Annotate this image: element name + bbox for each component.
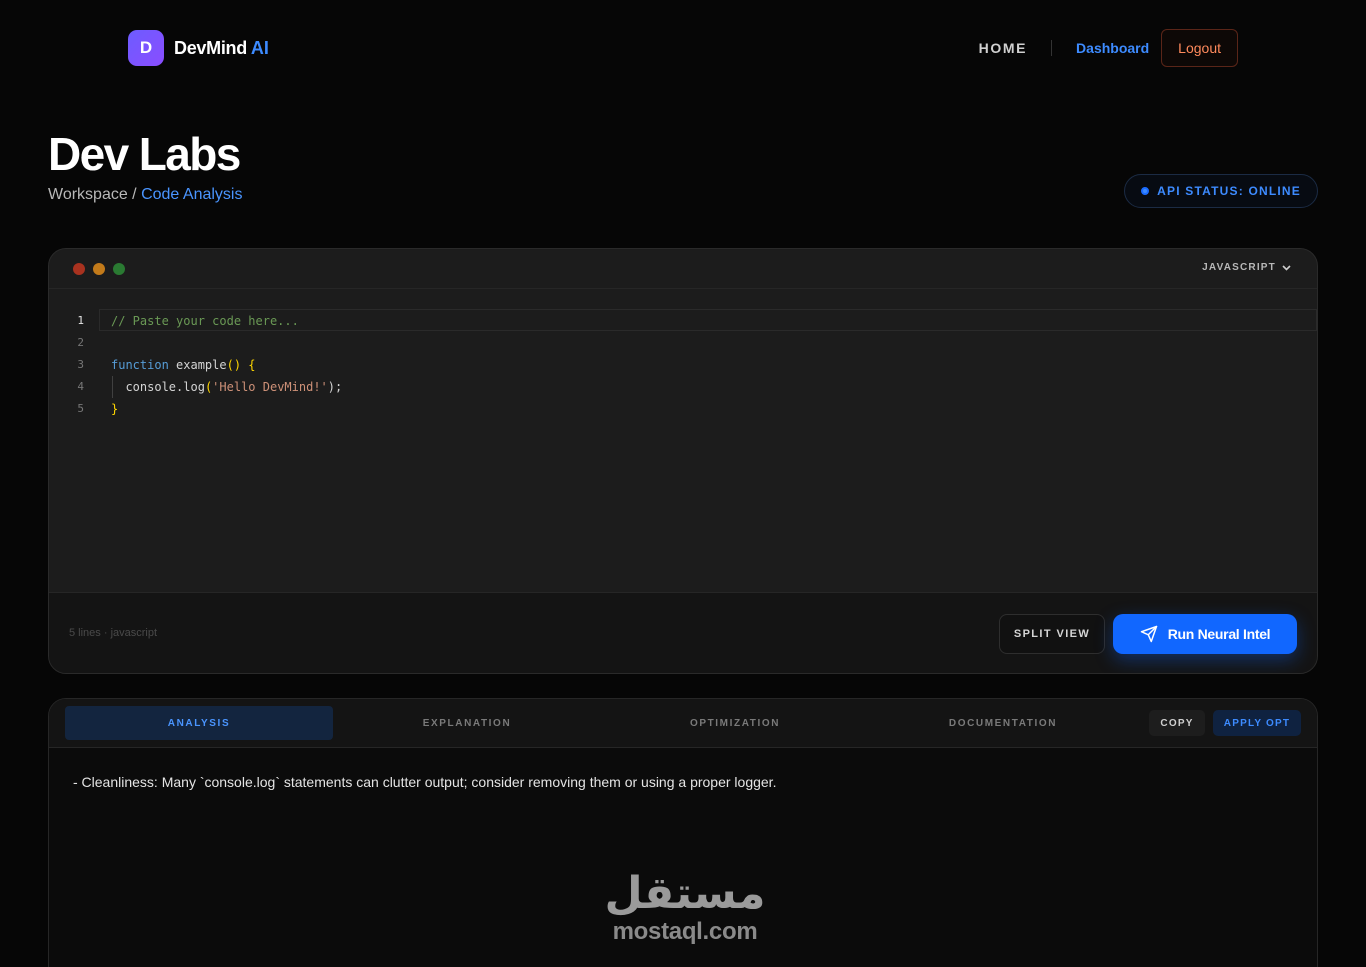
apply-optimization-button[interactable]: APPLY OPT [1213,710,1301,736]
brand-logo[interactable]: D DevMind AI [128,30,269,66]
line-number: 4 [77,380,84,393]
code-function-name: example [168,358,227,372]
code-content: // Paste your code here... function exam… [111,310,342,420]
logout-button[interactable]: Logout [1161,29,1238,67]
language-dropdown-value: JAVASCRIPT [1202,262,1276,273]
editor-titlebar: JAVASCRIPT [49,249,1317,289]
split-view-button[interactable]: SPLIT VIEW [999,614,1105,654]
nav-divider [1051,40,1053,56]
tab-optimization[interactable]: OPTIMIZATION [601,706,869,740]
tab-analysis[interactable]: ANALYSIS [65,706,333,740]
status-dot-icon [1141,187,1150,195]
analysis-result-text: - Cleanliness: Many `console.log` statem… [73,774,777,790]
api-status-text: API STATUS: ONLINE [1157,184,1301,198]
breadcrumb-root[interactable]: Workspace [48,186,128,203]
run-neural-intel-button[interactable]: Run Neural Intel [1113,614,1297,654]
brand-name: DevMind [174,37,247,58]
line-number: 5 [77,402,84,415]
tab-explanation[interactable]: EXPLANATION [333,706,601,740]
language-dropdown[interactable]: JAVASCRIPT [1202,262,1291,273]
code-parens: () [226,358,242,372]
window-maximize-dot-icon [113,262,125,275]
code-line: console.log('Hello DevMind!'); [111,376,342,398]
code-line: } [111,398,342,420]
chevron-down-icon [1282,264,1291,271]
results-tabs: ANALYSIS EXPLANATION OPTIMIZATION DOCUME… [49,699,1317,748]
logo-mark-icon: D [128,30,164,66]
code-meta-info: 5 lines · javascript [69,627,158,639]
code-paren-close: ); [327,380,343,394]
code-editor-panel: JAVASCRIPT 1 2 3 4 5 // Paste your code … [48,248,1318,674]
line-number: 2 [77,336,84,349]
code-line: // Paste your code here... [111,310,342,332]
nav-home-link[interactable]: HOME [979,40,1027,56]
editor-footer: 5 lines · javascript SPLIT VIEW Run Neur… [49,592,1317,673]
main-nav: HOME Dashboard Logout [979,29,1238,67]
window-minimize-dot-icon [93,262,105,275]
line-number-gutter: 1 2 3 4 5 [49,310,99,420]
code-close-brace: } [111,402,119,416]
code-input-area[interactable]: 1 2 3 4 5 // Paste your code here... fun… [49,290,1317,592]
code-comment: // Paste your code here... [111,314,299,328]
code-call: console.log [125,380,205,394]
window-close-dot-icon [73,262,85,275]
copy-button[interactable]: COPY [1149,710,1205,736]
breadcrumb-current: Code Analysis [141,186,243,203]
line-number: 3 [77,358,84,371]
watermark-arabic-text: مستقل [604,868,766,919]
breadcrumb: Workspace / Code Analysis [48,186,242,204]
watermark-latin-text: mostaql.com [612,918,758,945]
run-button-label: Run Neural Intel [1167,626,1271,642]
send-icon [1140,625,1157,643]
code-keyword: function [111,358,169,372]
code-open-brace: { [241,358,256,372]
code-string: 'Hello DevMind!' [212,380,328,394]
page-title: Dev Labs [48,128,241,180]
mostaql-watermark: مستقل mostaql.com [600,868,770,944]
line-number: 1 [77,314,84,327]
api-status-badge: API STATUS: ONLINE [1124,174,1318,208]
breadcrumb-separator: / [127,186,142,203]
nav-dashboard-link[interactable]: Dashboard [1076,40,1149,56]
top-navbar: D DevMind AI HOME Dashboard Logout [0,0,1366,96]
brand-accent: AI [250,37,269,58]
code-line: function example() { [111,354,342,376]
tab-documentation[interactable]: DOCUMENTATION [869,706,1137,740]
